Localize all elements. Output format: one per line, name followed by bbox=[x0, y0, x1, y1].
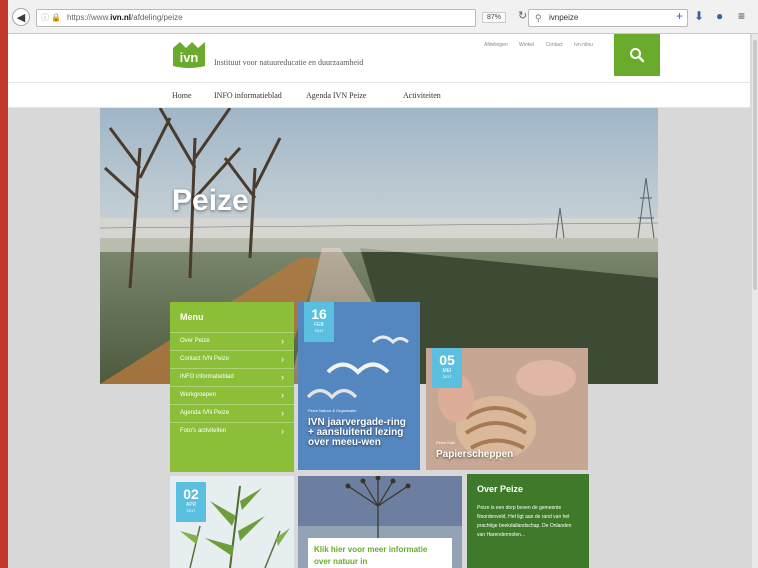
event-title[interactable]: Papierscheppen bbox=[436, 450, 513, 460]
chevron-right-icon: › bbox=[281, 408, 284, 418]
date-year: 2017 bbox=[314, 328, 324, 333]
globe-icon[interactable]: ● bbox=[716, 9, 723, 23]
ivn-logo[interactable]: ivn bbox=[170, 40, 208, 68]
event-tags: Peize Kids bbox=[436, 440, 455, 445]
url-path: /afdeling/peize bbox=[131, 13, 183, 22]
download-icon[interactable]: ⬇ bbox=[694, 9, 704, 23]
logo-text: ivn bbox=[180, 50, 199, 65]
event-tile-papierscheppen[interactable]: 05 MEI 2017 Peize Kids Papierscheppen bbox=[426, 348, 588, 470]
lock-icon: ⓘ 🔒 bbox=[41, 13, 62, 22]
menu-item-over-peize[interactable]: Over Peize › bbox=[170, 332, 294, 350]
menu-item-contact[interactable]: Contact IVN Peize › bbox=[170, 350, 294, 368]
menu-item-label: Agenda IVN Peize bbox=[180, 410, 230, 416]
chevron-right-icon: › bbox=[281, 336, 284, 346]
main-navigation: Home INFO informatieblad Agenda IVN Peiz… bbox=[8, 82, 750, 108]
browser-toolbar: ◀ ⓘ 🔒 https://www.ivn.nl/afdeling/peize … bbox=[8, 0, 758, 34]
over-text: Peize is een dorp boven de gemeente Noor… bbox=[477, 505, 572, 538]
menu-item-werkgroepen[interactable]: Werkgroepen › bbox=[170, 386, 294, 404]
menu-item-label: Werkgroepen bbox=[180, 392, 216, 398]
chevron-right-icon: › bbox=[281, 372, 284, 382]
section-menu: Menu Over Peize › Contact IVN Peize › INFO… bbox=[170, 302, 294, 472]
menu-item-label: Foto's activiteiten bbox=[180, 428, 227, 434]
site-search-button[interactable] bbox=[614, 34, 660, 76]
browser-search-input[interactable]: ⚲ ivnpeize bbox=[528, 9, 688, 27]
event-tile-jaarvergadering[interactable]: 16 FEB 2017 Peize Natuur & Organisatie I… bbox=[298, 302, 420, 470]
search-icon: ⚲ bbox=[535, 13, 542, 23]
event-date: 16 FEB 2017 bbox=[304, 302, 334, 342]
zoom-level[interactable]: 87% bbox=[482, 12, 507, 23]
chevron-right-icon: › bbox=[281, 426, 284, 436]
chevron-right-icon: › bbox=[281, 390, 284, 400]
site-tagline: Instituut voor natuureducatie en duurzaa… bbox=[214, 58, 364, 67]
site-header: ivn Instituut voor natuureducatie en duu… bbox=[8, 34, 750, 82]
menu-item-agenda[interactable]: Agenda IVN Peize › bbox=[170, 404, 294, 422]
scrollbar-thumb[interactable] bbox=[753, 40, 757, 290]
promo-text-box[interactable]: Klik hier voor meer informatie over natu… bbox=[308, 538, 452, 568]
event-tile-april[interactable]: 02 APR 2017 bbox=[170, 476, 294, 568]
nav-info-informatieblad[interactable]: INFO informatieblad bbox=[214, 91, 282, 100]
menu-item-label: Contact IVN Peize bbox=[180, 356, 230, 362]
menu-title: Menu bbox=[180, 312, 204, 322]
url-prefix: https://www. bbox=[67, 13, 111, 22]
nav-home[interactable]: Home bbox=[172, 91, 192, 100]
date-year: 2017 bbox=[442, 374, 452, 379]
event-tags: Peize Natuur & Organisatie bbox=[308, 408, 357, 413]
date-day: 05 bbox=[439, 352, 455, 368]
back-button[interactable]: ◀ bbox=[12, 8, 30, 26]
add-icon[interactable]: + bbox=[676, 9, 683, 23]
address-bar[interactable]: ⓘ 🔒 https://www.ivn.nl/afdeling/peize bbox=[36, 9, 476, 27]
menu-item-fotos[interactable]: Foto's activiteiten › bbox=[170, 422, 294, 440]
event-title[interactable]: IVN jaarvergade-ring + aansluitend lezin… bbox=[308, 418, 412, 448]
date-day: 02 bbox=[183, 486, 199, 502]
toplink-winkel[interactable]: Winkel bbox=[519, 42, 534, 48]
toplink-ivn-nu[interactable]: Ivn.nl/nu bbox=[574, 42, 593, 48]
menu-item-info[interactable]: INFO informatieblad › bbox=[170, 368, 294, 386]
menu-icon[interactable]: ≡ bbox=[738, 9, 745, 23]
hero-title: Peize bbox=[172, 184, 249, 217]
promo-text: Klik hier voor meer informatie over natu… bbox=[314, 545, 428, 566]
menu-item-label: Over Peize bbox=[180, 338, 210, 344]
toplink-afdelingen[interactable]: Afdelingen bbox=[484, 42, 508, 48]
over-title: Over Peize bbox=[477, 484, 524, 494]
nav-activiteiten[interactable]: Activiteiten bbox=[403, 91, 441, 100]
search-icon bbox=[630, 48, 645, 63]
over-peize-box: Over Peize Peize is een dorp boven de ge… bbox=[467, 474, 589, 568]
menu-item-label: INFO informatieblad bbox=[180, 374, 234, 380]
toplink-contact[interactable]: Contact bbox=[545, 42, 562, 48]
date-year: 2017 bbox=[186, 508, 196, 513]
chevron-right-icon: › bbox=[281, 354, 284, 364]
event-date: 02 APR 2017 bbox=[176, 482, 206, 522]
date-day: 16 bbox=[311, 306, 327, 322]
reload-icon[interactable]: ↻ bbox=[518, 9, 527, 22]
event-date: 05 MEI 2017 bbox=[432, 348, 462, 388]
nav-agenda[interactable]: Agenda IVN Peize bbox=[306, 91, 366, 100]
search-query: ivnpeize bbox=[549, 13, 579, 22]
left-edge-bar bbox=[0, 0, 8, 568]
url-domain: ivn.nl bbox=[110, 13, 132, 22]
top-links: Afdelingen Winkel Contact Ivn.nl/nu bbox=[484, 42, 603, 48]
